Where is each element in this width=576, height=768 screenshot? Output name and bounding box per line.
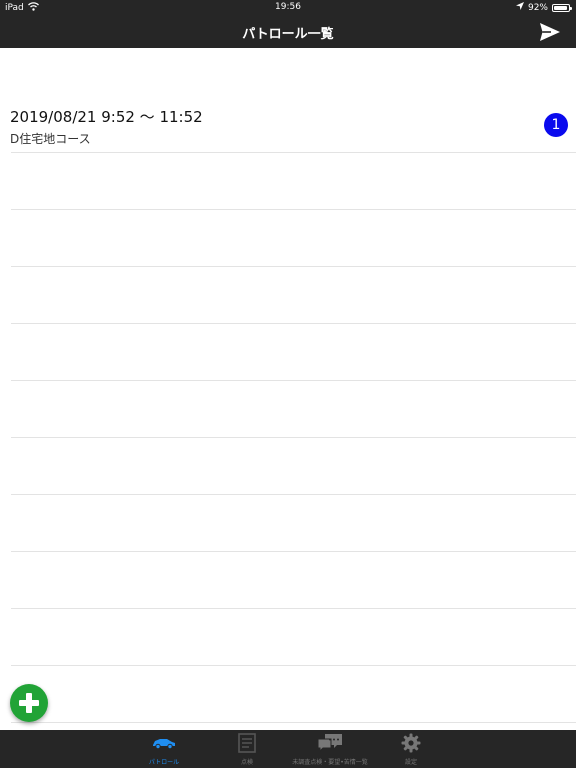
battery-percent: 92%	[527, 2, 548, 13]
tab-unsurveyed-requests[interactable]: 未調査点検・要望•苦情一覧	[280, 730, 380, 768]
status-time: 19:56	[275, 2, 301, 12]
empty-row	[0, 267, 576, 324]
tab-patrol[interactable]: パトロール	[128, 730, 200, 768]
car-icon	[153, 739, 175, 750]
empty-row	[0, 495, 576, 552]
patrol-course-name: D住宅地コース	[10, 132, 91, 146]
empty-row	[0, 153, 576, 210]
patrol-count-badge: 1	[544, 113, 568, 137]
location-arrow-icon	[515, 2, 524, 13]
empty-row	[0, 438, 576, 495]
patrol-list[interactable]: 2019/08/21 9:52 〜 11:52 D住宅地コース 1	[0, 48, 576, 730]
patrol-list-item[interactable]: 2019/08/21 9:52 〜 11:52 D住宅地コース 1	[0, 96, 576, 153]
tab-label: 点検	[240, 759, 253, 766]
tab-label: 設定	[404, 759, 417, 766]
status-bar: iPad 19:56 92%	[0, 0, 576, 16]
tab-settings[interactable]: 設定	[380, 730, 442, 768]
send-button[interactable]	[538, 20, 562, 44]
empty-row	[0, 381, 576, 438]
empty-row	[0, 666, 576, 723]
tab-bar: パトロール 点検 未調査点検・要望•苦情一覧 設定	[0, 730, 576, 768]
row-divider	[11, 722, 576, 723]
checklist-icon	[238, 733, 256, 753]
paper-plane-icon	[540, 23, 560, 41]
patrol-time-range: 2019/08/21 9:52 〜 11:52	[10, 108, 203, 126]
tab-label: 未調査点検・要望•苦情一覧	[292, 759, 368, 766]
navigation-bar: パトロール一覧	[0, 16, 576, 48]
empty-row	[0, 552, 576, 609]
battery-level	[554, 5, 567, 10]
battery-icon	[552, 3, 572, 12]
empty-row	[0, 609, 576, 666]
tab-inspection[interactable]: 点検	[212, 730, 282, 768]
gear-icon	[401, 733, 421, 753]
empty-row	[0, 324, 576, 381]
tab-label: パトロール	[148, 759, 180, 766]
add-patrol-button[interactable]	[10, 684, 48, 722]
page-title: パトロール一覧	[242, 27, 334, 42]
empty-row	[0, 210, 576, 267]
chat-bubbles-icon	[317, 734, 342, 753]
